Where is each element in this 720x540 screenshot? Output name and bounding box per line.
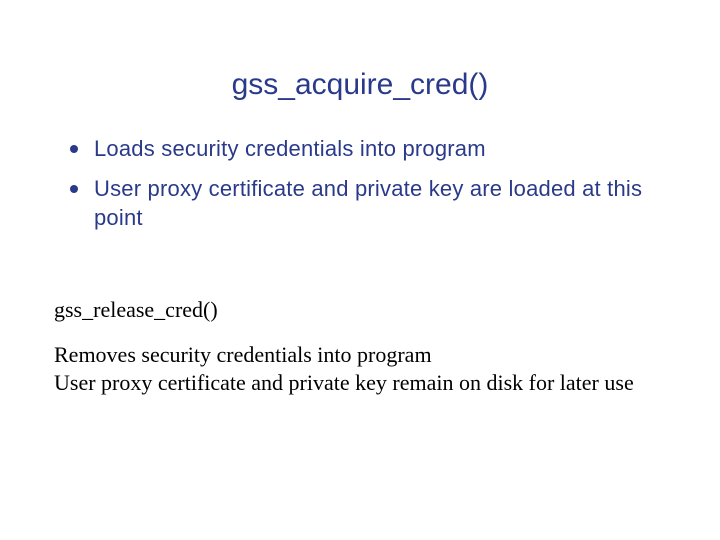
slide: gss_acquire_cred() Loads security creden… <box>0 0 720 540</box>
bullet-item: Loads security credentials into program <box>74 134 670 164</box>
bullet-list: Loads security credentials into program … <box>50 134 670 233</box>
body-text: Removes security credentials into progra… <box>54 341 664 396</box>
body-line: Removes security credentials into progra… <box>54 342 432 367</box>
slide-title: gss_acquire_cred() <box>50 68 670 102</box>
subheading: gss_release_cred() <box>54 297 670 323</box>
bullet-item: User proxy certificate and private key a… <box>74 174 670 233</box>
body-line: User proxy certificate and private key r… <box>54 370 634 395</box>
